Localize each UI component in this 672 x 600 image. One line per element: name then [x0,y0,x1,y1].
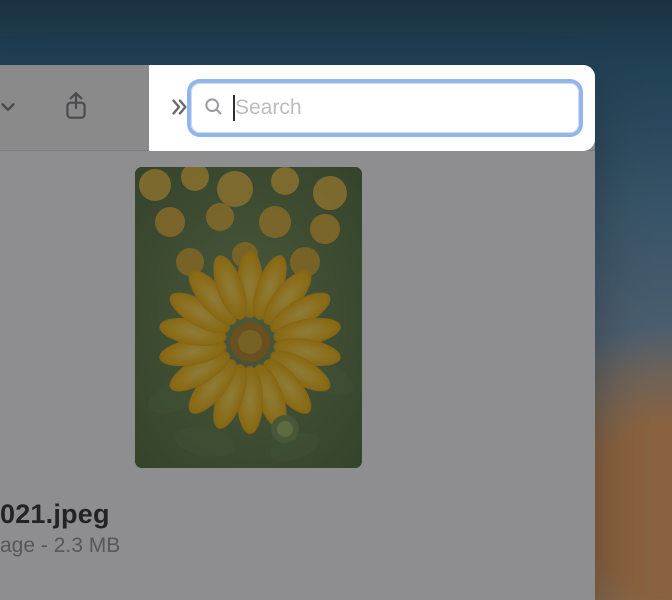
magnifying-glass-icon [203,96,223,121]
double-chevron-right-icon [168,96,190,123]
preview-thumbnail[interactable] [135,167,362,468]
back-button[interactable] [0,87,28,131]
search-input[interactable] [235,96,567,120]
file-name: 021.jpeg [0,499,560,530]
content-area: 021.jpeg age - 2.3 MB [0,151,595,600]
file-info: 021.jpeg age - 2.3 MB [0,499,560,558]
file-meta: age - 2.3 MB [0,534,560,558]
chevron-down-icon [0,96,19,123]
share-icon [63,92,89,127]
search-field[interactable] [191,83,579,133]
share-button[interactable] [48,87,104,131]
search-spotlight [149,65,595,151]
